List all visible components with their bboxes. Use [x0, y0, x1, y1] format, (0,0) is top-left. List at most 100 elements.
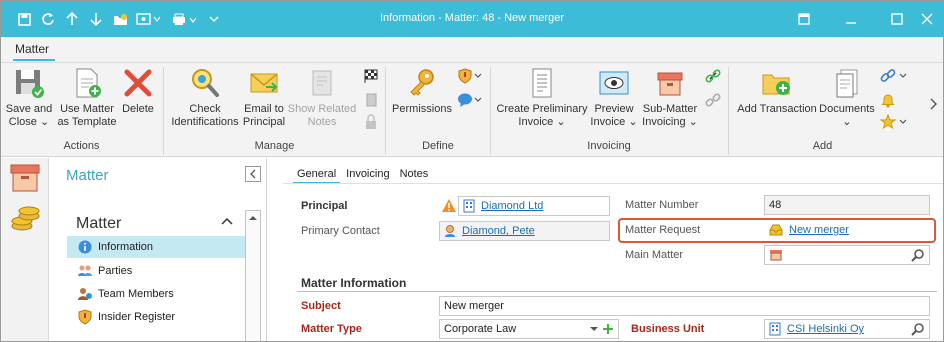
star-icon[interactable]: [879, 113, 908, 130]
primary-contact-field[interactable]: Diamond, Pete: [439, 221, 610, 241]
module-strip: [1, 158, 49, 341]
contact-person-icon: [444, 224, 456, 238]
key-icon: [406, 67, 438, 99]
team-icon: [77, 286, 93, 302]
main-matter-field[interactable]: [764, 245, 930, 265]
warning-icon: [441, 198, 457, 214]
nav-panel-title: Matter: [66, 167, 109, 184]
navigation-panel: Matter Matter Information Parties Team M…: [49, 158, 267, 341]
create-preliminary-invoice-button[interactable]: Create Preliminary Invoice ⌄: [495, 67, 589, 129]
chain-link-icon[interactable]: [880, 68, 908, 84]
content-tabs: General Invoicing Notes: [293, 166, 434, 184]
main-content: General Invoicing Notes Principal Diamon…: [283, 158, 943, 341]
envelope-icon: [248, 67, 280, 99]
nav-item-parties[interactable]: Parties: [67, 260, 245, 282]
matter-type-label: Matter Type: [301, 323, 362, 335]
group-label-add: Add: [812, 140, 833, 152]
business-unit-field[interactable]: CSI Helsinki Oy: [764, 319, 930, 339]
primary-contact-label: Primary Contact: [301, 225, 380, 237]
business-unit-link[interactable]: CSI Helsinki Oy: [787, 323, 864, 335]
chevron-up-icon[interactable]: [220, 214, 234, 229]
collapse-panel-button[interactable]: [245, 166, 261, 182]
box-icon: [654, 67, 686, 99]
search-icon[interactable]: [911, 248, 925, 262]
save-and-close-icon: [13, 67, 45, 99]
restore-layout-icon[interactable]: [794, 9, 814, 29]
nav-scrollbar[interactable]: [245, 210, 261, 341]
shield-icon[interactable]: [457, 68, 483, 84]
group-separator: [490, 67, 491, 155]
ribbon-tab-matter[interactable]: Matter: [15, 42, 49, 56]
matter-type-value: Corporate Law: [444, 323, 517, 335]
nav-item-insider-register[interactable]: Insider Register: [67, 306, 245, 328]
tab-general[interactable]: General: [293, 166, 341, 184]
scroll-up-icon[interactable]: [246, 211, 260, 225]
checkered-flag-icon[interactable]: [363, 68, 379, 84]
preview-eye-icon: [598, 67, 630, 99]
show-related-notes-button[interactable]: Show Related Notes: [287, 67, 357, 129]
delete-x-icon: [122, 67, 154, 99]
create-preliminary-invoice-label: Create Preliminary Invoice ⌄: [496, 103, 588, 128]
nav-item-label: Information: [98, 241, 154, 253]
add-transaction-button[interactable]: Add Transaction: [735, 67, 819, 116]
search-icon[interactable]: [911, 322, 925, 336]
email-to-principal-label: Email to Principal: [242, 103, 286, 128]
preview-invoice-button[interactable]: Preview Invoice ⌄: [589, 67, 639, 129]
section-divider: [297, 291, 937, 292]
nav-item-label: Parties: [98, 265, 133, 277]
link-green-icon[interactable]: [705, 68, 721, 84]
add-plus-icon[interactable]: [602, 323, 614, 335]
speech-bubble-icon[interactable]: [457, 92, 483, 108]
email-to-principal-button[interactable]: Email to Principal: [241, 67, 287, 129]
tabs-divider: [283, 183, 943, 184]
save-and-close-button[interactable]: Save and Close ⌄: [4, 67, 54, 129]
group-label-define: Define: [422, 140, 454, 152]
tab-invoicing[interactable]: Invoicing: [342, 166, 393, 184]
check-identifications-label: Check Identifications: [171, 103, 239, 128]
group-separator: [163, 67, 164, 155]
ribbon-divider: [1, 62, 943, 63]
nav-item-team-members[interactable]: Team Members: [67, 283, 245, 305]
template-document-icon: [71, 67, 103, 99]
sub-matter-invoicing-button[interactable]: Sub-Matter Invoicing ⌄: [641, 67, 699, 129]
minimize-button[interactable]: [841, 9, 861, 29]
bell-icon[interactable]: [880, 92, 896, 108]
group-label-invoicing: Invoicing: [587, 140, 631, 152]
invoice-document-icon: [526, 67, 558, 99]
close-button[interactable]: [917, 9, 937, 29]
lock-icon[interactable]: [363, 114, 379, 130]
business-unit-label: Business Unit: [631, 323, 705, 335]
documents-button[interactable]: Documents ⌄: [818, 67, 876, 129]
principal-field[interactable]: Diamond Ltd: [458, 196, 610, 216]
check-identifications-button[interactable]: Check Identifications: [167, 67, 243, 129]
maximize-button[interactable]: [887, 9, 907, 29]
matter-type-select[interactable]: Corporate Law: [439, 319, 619, 339]
matter-box-icon[interactable]: [9, 162, 41, 194]
shield-icon: [77, 309, 93, 325]
matter-number-field[interactable]: 48: [764, 195, 930, 215]
permissions-button[interactable]: Permissions: [390, 67, 454, 116]
nav-item-label: Insider Register: [98, 311, 176, 323]
dropdown-arrow-icon[interactable]: [590, 326, 598, 332]
matter-number-label: Matter Number: [625, 199, 699, 211]
title-bar: Information - Matter: 48 - New merger: [1, 1, 943, 37]
use-matter-as-template-label: Use Matter as Template: [57, 103, 117, 128]
nav-section-title: Matter: [76, 215, 122, 232]
ribbon-scroll-right-icon[interactable]: [929, 97, 939, 113]
coins-icon[interactable]: [9, 202, 41, 234]
subject-input[interactable]: New merger: [439, 296, 930, 316]
sub-matter-invoicing-label: Sub-Matter Invoicing ⌄: [642, 103, 698, 128]
link-grey-icon[interactable]: [705, 92, 721, 108]
primary-contact-link[interactable]: Diamond, Pete: [462, 225, 535, 237]
delete-button[interactable]: Delete: [119, 67, 157, 116]
group-separator: [385, 67, 386, 155]
documents-icon: [831, 67, 863, 99]
section-title-matter-information: Matter Information: [301, 276, 407, 290]
principal-link[interactable]: Diamond Ltd: [481, 200, 543, 212]
document-grey-icon[interactable]: [363, 92, 379, 108]
use-matter-as-template-button[interactable]: Use Matter as Template: [57, 67, 117, 129]
main-matter-label: Main Matter: [625, 249, 684, 261]
matter-request-highlight: [618, 218, 936, 243]
nav-item-information[interactable]: Information: [67, 236, 245, 258]
tab-notes[interactable]: Notes: [396, 166, 433, 184]
